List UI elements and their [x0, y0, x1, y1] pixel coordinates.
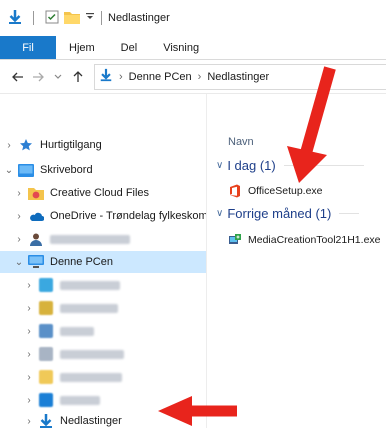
address-toolbar: › Denne PCen › Nedlastinger: [0, 60, 386, 94]
creative-cloud-icon: [28, 185, 44, 201]
nav-item-downloads[interactable]: › Nedlastinger: [0, 410, 206, 428]
pictures-folder-icon: [38, 300, 54, 316]
up-arrow-icon: [73, 70, 83, 82]
chevron-right-icon[interactable]: ›: [20, 349, 38, 360]
file-name: MediaCreationTool21H1.exe: [248, 234, 381, 246]
file-row[interactable]: MediaCreationTool21H1.exe: [228, 230, 381, 250]
group-divider: [283, 165, 364, 166]
file-row[interactable]: OfficeSetup.exe: [228, 181, 323, 201]
redacted-label: [60, 326, 94, 336]
redacted-label: [60, 372, 122, 382]
nav-item-redacted-6[interactable]: ›: [0, 389, 206, 411]
nav-item-label: Denne PCen: [50, 256, 113, 268]
separator: [33, 11, 34, 25]
redacted-label: [60, 303, 118, 313]
breadcrumb-downloads[interactable]: Nedlastinger: [207, 71, 269, 83]
tab-share[interactable]: Del: [108, 36, 151, 59]
chevron-down-icon: ∨: [216, 160, 224, 171]
office-icon: [228, 184, 242, 198]
media-creation-tool-icon: [228, 233, 242, 247]
customize-dropdown-icon[interactable]: [85, 12, 95, 25]
nav-item-label: Nedlastinger: [60, 415, 122, 427]
back-button[interactable]: [8, 72, 28, 82]
up-button[interactable]: [68, 70, 88, 83]
nav-item-label: Skrivebord: [40, 164, 93, 176]
chevron-down-icon[interactable]: ⌄: [0, 165, 18, 176]
nav-item-redacted-3[interactable]: ›: [0, 320, 206, 342]
new-folder-icon[interactable]: [64, 10, 80, 27]
chevron-down-icon: ∨: [216, 208, 224, 219]
back-arrow-icon: [12, 72, 23, 81]
navigation-pane: › Hurtigtilgang ⌄ Skrivebord › Creative …: [0, 94, 207, 428]
group-label: I dag (1): [227, 158, 276, 173]
separator: [101, 11, 102, 25]
redacted-label: [50, 234, 130, 244]
breadcrumb-separator: ›: [119, 70, 123, 83]
3d-objects-icon: [38, 277, 54, 293]
chevron-down-icon: [54, 74, 62, 79]
folder-icon: [38, 369, 54, 385]
downloads-icon: [38, 413, 54, 428]
breadcrumb-this-pc[interactable]: Denne PCen: [129, 71, 192, 83]
chevron-right-icon[interactable]: ›: [20, 303, 38, 314]
chevron-right-icon[interactable]: ›: [20, 372, 38, 383]
nav-item-label: OneDrive - Trøndelag fylkeskomm: [50, 210, 207, 222]
group-divider: [339, 213, 360, 214]
download-arrow-icon: [8, 9, 22, 28]
nav-item-redacted-1[interactable]: ›: [0, 274, 206, 296]
nav-item-desktop[interactable]: ⌄ Skrivebord: [0, 159, 206, 181]
chevron-right-icon[interactable]: ›: [0, 140, 18, 151]
chevron-right-icon[interactable]: ›: [20, 280, 38, 291]
properties-icon[interactable]: [45, 10, 59, 27]
onedrive-icon: [28, 208, 44, 224]
nav-item-label: Creative Cloud Files: [50, 187, 150, 199]
tab-home[interactable]: Hjem: [56, 36, 108, 59]
tab-file[interactable]: Fil: [0, 36, 56, 59]
window-title: Nedlastinger: [108, 12, 170, 24]
nav-item-this-pc[interactable]: ⌄ Denne PCen: [0, 251, 206, 273]
nav-item-redacted-4[interactable]: ›: [0, 343, 206, 365]
tab-view[interactable]: Visning: [150, 36, 212, 59]
redacted-label: [60, 280, 120, 290]
file-name: OfficeSetup.exe: [248, 185, 323, 197]
user-icon: [28, 231, 44, 247]
chevron-right-icon[interactable]: ›: [10, 234, 28, 245]
address-bar[interactable]: › Denne PCen › Nedlastinger: [94, 63, 386, 90]
column-header-name[interactable]: Navn: [228, 136, 254, 148]
breadcrumb-separator: ›: [197, 70, 202, 83]
file-list: Navn ∨ I dag (1) OfficeSetup.exe ∨ Forri…: [208, 94, 386, 428]
star-icon: [18, 137, 34, 153]
quick-access-toolbar: [8, 9, 95, 28]
nav-item-creative-cloud[interactable]: › Creative Cloud Files: [0, 182, 206, 204]
nav-item-quick-access[interactable]: › Hurtigtilgang: [0, 134, 206, 156]
redacted-label: [60, 395, 100, 405]
chevron-right-icon[interactable]: ›: [10, 188, 28, 199]
chevron-down-icon[interactable]: ⌄: [10, 257, 28, 268]
group-header-last-month[interactable]: ∨ Forrige måned (1): [216, 206, 360, 221]
documents-icon: [38, 346, 54, 362]
ribbon-tabs: Fil Hjem Del Visning: [0, 36, 386, 60]
chevron-right-icon[interactable]: ›: [10, 211, 28, 222]
nav-item-user-folder[interactable]: ›: [0, 228, 206, 250]
group-label: Forrige måned (1): [227, 206, 332, 221]
chevron-right-icon[interactable]: ›: [20, 395, 38, 406]
downloads-icon: [99, 68, 113, 85]
desktop-folder-icon: [18, 162, 34, 178]
title-bar: Nedlastinger: [0, 0, 386, 36]
group-header-today[interactable]: ∨ I dag (1): [216, 158, 364, 173]
forward-button[interactable]: [28, 72, 48, 82]
redacted-label: [60, 349, 124, 359]
nav-item-redacted-5[interactable]: ›: [0, 366, 206, 388]
this-pc-icon: [28, 254, 44, 270]
nav-item-onedrive[interactable]: › OneDrive - Trøndelag fylkeskomm: [0, 205, 207, 227]
recent-locations-button[interactable]: [48, 74, 68, 80]
desktop-icon: [38, 323, 54, 339]
nav-item-label: Hurtigtilgang: [40, 139, 102, 151]
forward-arrow-icon: [33, 72, 44, 81]
nav-item-redacted-2[interactable]: ›: [0, 297, 206, 319]
music-icon: [38, 392, 54, 408]
chevron-right-icon[interactable]: ›: [20, 326, 38, 337]
chevron-right-icon[interactable]: ›: [20, 416, 38, 427]
